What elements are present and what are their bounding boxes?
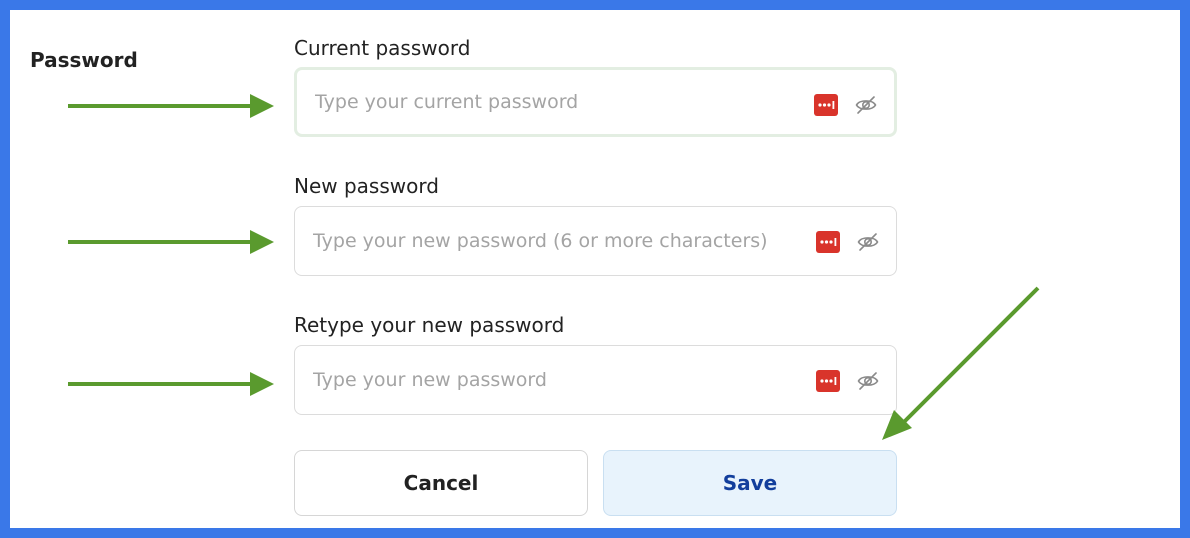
current-password-label: Current password xyxy=(294,36,471,60)
new-password-field xyxy=(294,206,897,276)
password-manager-icon[interactable] xyxy=(816,370,840,392)
retype-password-input[interactable] xyxy=(313,346,783,414)
password-manager-icon[interactable] xyxy=(816,231,840,253)
annotation-arrow-current-password xyxy=(68,94,274,118)
settings-frame: Password Current password New password R… xyxy=(0,0,1190,538)
save-button[interactable]: Save xyxy=(603,450,897,516)
eye-slash-icon[interactable] xyxy=(856,230,880,254)
section-title: Password xyxy=(30,48,138,72)
password-manager-icon[interactable] xyxy=(814,94,838,116)
cancel-button[interactable]: Cancel xyxy=(294,450,588,516)
retype-password-label: Retype your new password xyxy=(294,313,565,337)
annotation-arrow-save xyxy=(882,286,1040,440)
annotation-arrow-retype-password xyxy=(68,372,274,396)
new-password-label: New password xyxy=(294,174,439,198)
current-password-field xyxy=(294,67,897,137)
retype-password-field xyxy=(294,345,897,415)
new-password-input[interactable] xyxy=(313,207,783,275)
eye-slash-icon[interactable] xyxy=(854,93,878,117)
current-password-input[interactable] xyxy=(315,70,785,134)
annotation-arrow-new-password xyxy=(68,230,274,254)
